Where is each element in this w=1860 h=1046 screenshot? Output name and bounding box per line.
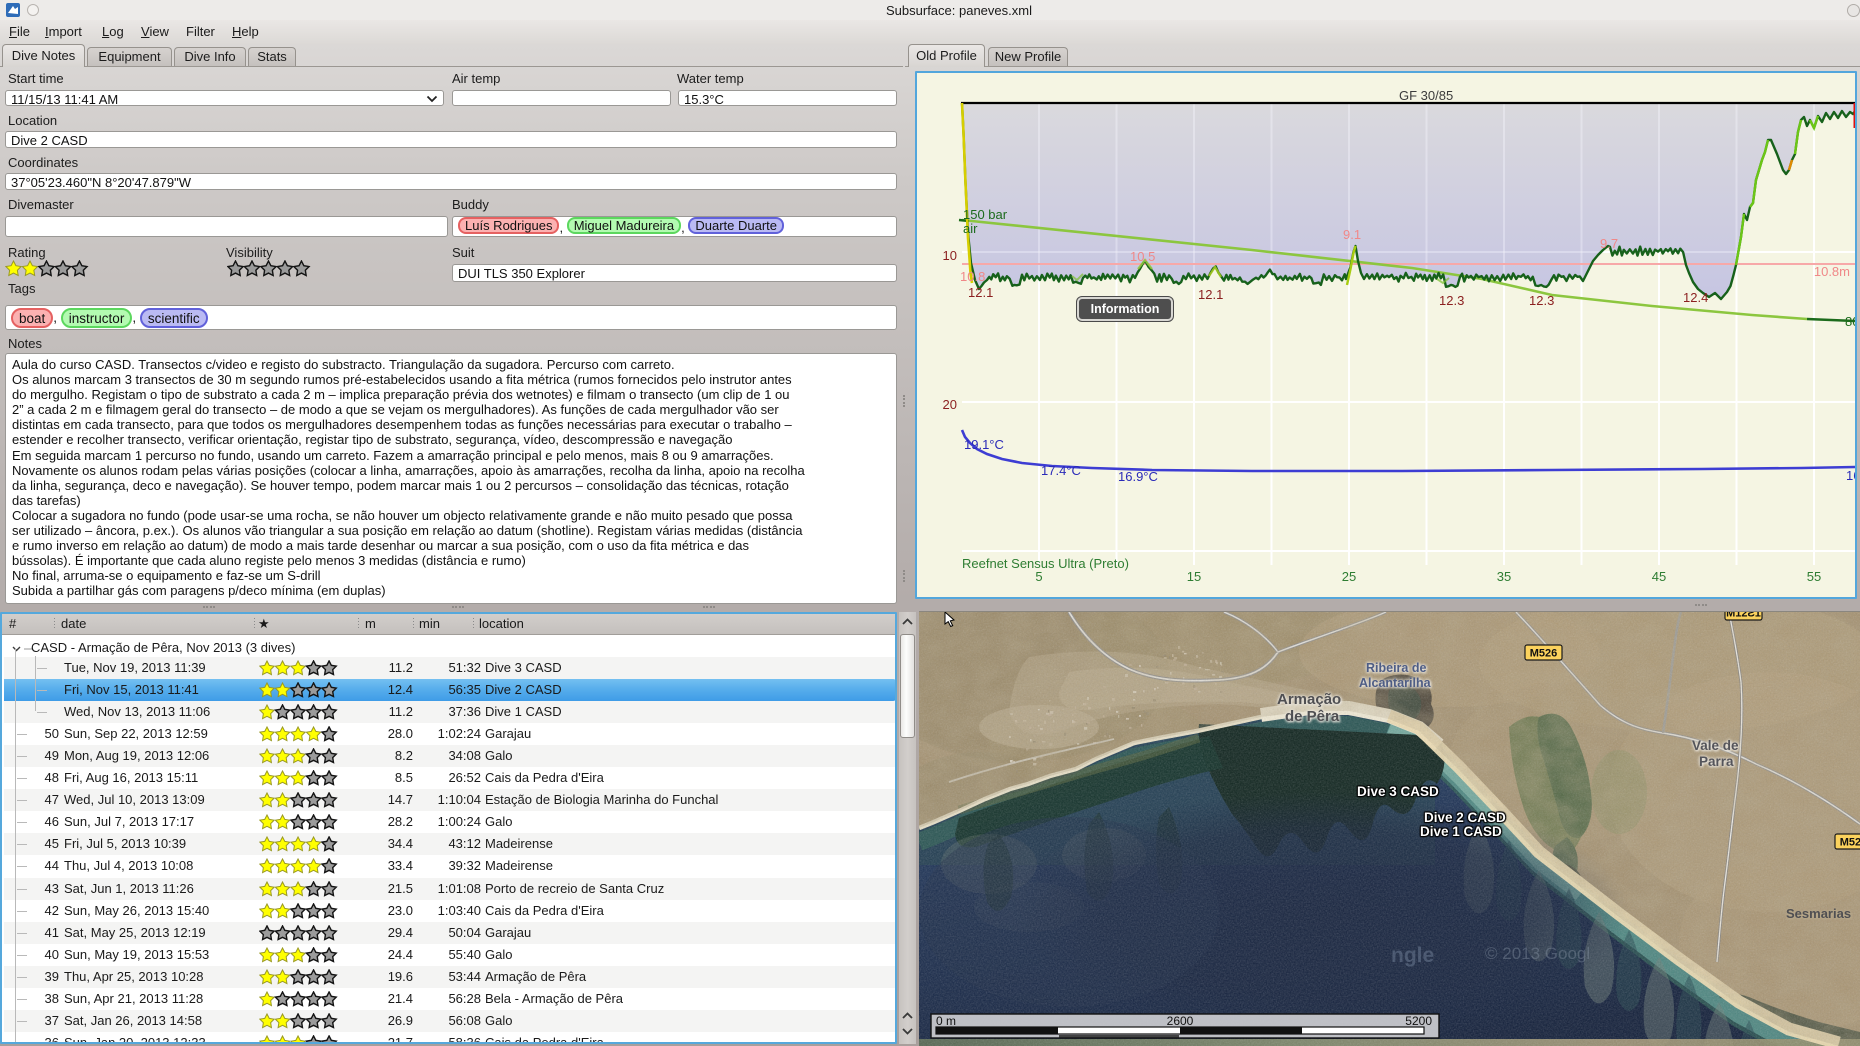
svg-text:35: 35 [1497, 569, 1511, 584]
svg-text:Ribeira de: Ribeira de [1366, 661, 1426, 675]
svg-text:Dive 1 CASD: Dive 1 CASD [1420, 824, 1502, 839]
svg-text:80: 80 [1845, 314, 1855, 329]
svg-text:9.1: 9.1 [1343, 227, 1361, 242]
svg-text:2600: 2600 [1167, 1014, 1194, 1028]
svg-text:12.3: 12.3 [1439, 293, 1464, 308]
svg-text:air: air [963, 221, 978, 236]
svg-text:20: 20 [943, 397, 957, 412]
svg-text:© 2013 Googl: © 2013 Googl [1485, 944, 1590, 963]
svg-text:19.1°C: 19.1°C [964, 437, 1004, 452]
svg-text:12.1: 12.1 [1198, 287, 1223, 302]
svg-text:16.9°C: 16.9°C [1118, 469, 1158, 484]
svg-text:Parra: Parra [1699, 754, 1734, 769]
svg-text:Reefnet Sensus Ultra (Preto): Reefnet Sensus Ultra (Preto) [962, 556, 1129, 571]
svg-text:5: 5 [1035, 569, 1042, 584]
svg-text:150 bar: 150 bar [963, 207, 1008, 222]
svg-text:10.8m: 10.8m [1814, 264, 1850, 279]
svg-text:12.1: 12.1 [968, 285, 993, 300]
svg-text:M526: M526 [1840, 837, 1860, 849]
svg-text:5200: 5200 [1405, 1014, 1432, 1028]
svg-text:10.8: 10.8 [960, 269, 985, 284]
svg-text:17.4°C: 17.4°C [1041, 463, 1081, 478]
svg-text:Dive 3 CASD: Dive 3 CASD [1357, 784, 1439, 799]
svg-text:GF 30/85: GF 30/85 [1399, 88, 1453, 103]
svg-text:Sesmarias: Sesmarias [1786, 906, 1851, 921]
svg-text:9.7: 9.7 [1600, 236, 1618, 251]
svg-text:16: 16 [1846, 468, 1855, 483]
svg-text:45: 45 [1652, 569, 1666, 584]
svg-text:25: 25 [1342, 569, 1356, 584]
svg-text:12.3: 12.3 [1529, 293, 1554, 308]
svg-text:0 m: 0 m [936, 1014, 956, 1028]
svg-text:M12Ƨ1: M12Ƨ1 [1726, 612, 1761, 620]
svg-text:Vale de: Vale de [1692, 738, 1739, 753]
svg-text:15: 15 [1187, 569, 1201, 584]
svg-text:Dive 2 CASD: Dive 2 CASD [1424, 810, 1506, 825]
svg-text:Alcantarilha: Alcantarilha [1359, 676, 1432, 690]
svg-text:M526: M526 [1530, 648, 1558, 660]
svg-text:de Pêra: de Pêra [1285, 708, 1340, 725]
svg-text:10: 10 [943, 248, 957, 263]
svg-text:12.4: 12.4 [1683, 290, 1708, 305]
svg-text:ngle: ngle [1391, 944, 1434, 967]
svg-text:Armação: Armação [1277, 691, 1341, 708]
svg-text:10.5: 10.5 [1130, 249, 1155, 264]
svg-text:55: 55 [1807, 569, 1821, 584]
